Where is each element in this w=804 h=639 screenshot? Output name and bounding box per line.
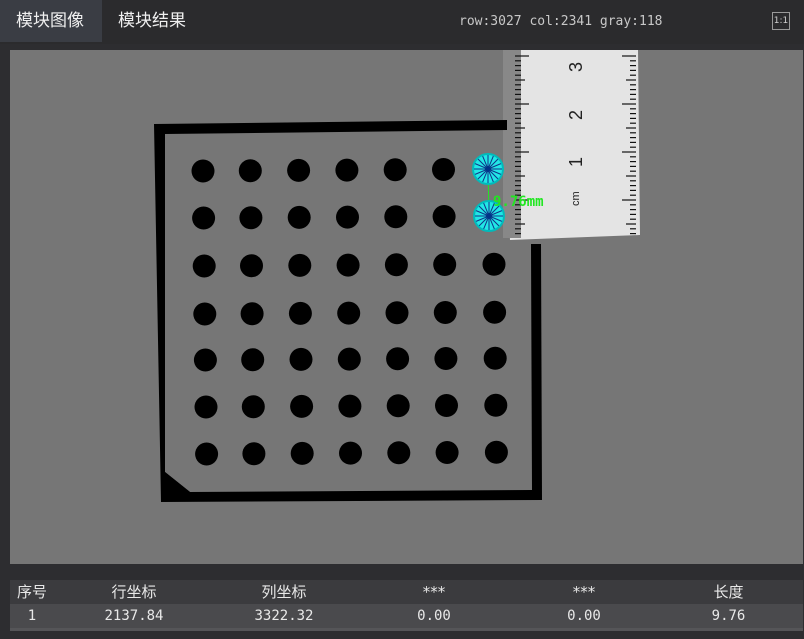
calibration-dot	[433, 253, 457, 276]
measurement-label: 9.76mm	[493, 194, 544, 210]
calibration-dot	[339, 441, 362, 465]
calibration-image: 3 2 1 cm 9.76mm	[154, 50, 640, 502]
ruler: 3 2 1 cm	[503, 50, 640, 240]
header-blank-1: ***	[422, 583, 446, 601]
image-viewer[interactable]: 3 2 1 cm 9.76mm	[10, 50, 803, 564]
header-blank-2: ***	[572, 583, 596, 601]
calibration-dot	[336, 205, 359, 229]
calibration-dot	[387, 441, 411, 465]
calibration-dot	[287, 158, 311, 182]
calibration-dot	[240, 302, 264, 326]
calibration-dot	[192, 254, 216, 278]
calibration-dot	[289, 347, 313, 371]
tab-module-result[interactable]: 模块结果	[102, 0, 204, 42]
calibration-dot	[288, 253, 312, 277]
dot-grid	[191, 158, 508, 466]
ruler-label-1: 1	[566, 157, 586, 167]
calibration-dot	[290, 394, 314, 418]
calibration-dot	[240, 254, 263, 278]
calibration-dot	[482, 252, 506, 276]
calibration-dot	[338, 394, 362, 418]
calibration-dot	[238, 159, 262, 183]
header-col-coord: 列坐标	[261, 583, 307, 601]
calibration-dot	[383, 158, 407, 182]
cell-row-coord: 2137.84	[104, 608, 164, 624]
calibration-dot	[191, 159, 215, 183]
fit-one-to-one-button[interactable]: 1:1	[772, 12, 790, 30]
horizontal-scrollbar[interactable]	[10, 628, 803, 631]
calibration-dot	[432, 158, 455, 181]
calibration-dot	[483, 300, 507, 324]
calibration-dot	[435, 441, 459, 464]
cell-index: 1	[27, 608, 37, 624]
calibration-dot	[193, 348, 217, 372]
calibration-dot	[386, 394, 410, 418]
table-header-row: 序号 行坐标 列坐标 *** *** 长度	[10, 580, 803, 604]
panel-separator	[0, 564, 804, 580]
tab-module-image[interactable]: 模块图像	[0, 0, 102, 42]
calibration-dot	[433, 301, 457, 324]
calibration-dot	[192, 206, 216, 230]
calibration-dot	[384, 205, 408, 229]
ruler-label-3: 3	[566, 62, 586, 72]
calibration-dot	[194, 395, 218, 419]
cell-col-coord: 3322.32	[254, 608, 314, 624]
calibration-dot	[435, 394, 458, 417]
calibration-dot	[484, 440, 508, 464]
ruler-label-2: 2	[566, 110, 586, 120]
calibration-dot	[484, 393, 508, 417]
calibration-dot	[195, 442, 219, 466]
table-row[interactable]: 1 2137.84 3322.32 0.00 0.00 9.76	[10, 604, 803, 628]
calibration-dot	[290, 441, 314, 465]
tab-bar: 模块图像 模块结果 row:3027 col:2341 gray:118 1:1	[0, 0, 804, 44]
calibration-dot	[337, 301, 361, 325]
calibration-dot	[241, 348, 265, 372]
result-table: 序号 行坐标 列坐标 *** *** 长度 1 2137.84 3322.32 …	[10, 580, 803, 628]
calibration-dot	[242, 442, 266, 466]
header-row-coord: 行坐标	[111, 583, 157, 601]
calibration-dot	[483, 346, 507, 370]
calibration-dot	[288, 301, 312, 325]
calibration-dot	[384, 253, 408, 277]
calibration-dot	[434, 347, 458, 370]
header-index: 序号	[16, 583, 47, 601]
calibration-dot	[287, 205, 311, 229]
marker-circle-top[interactable]	[472, 153, 504, 185]
calibration-dot	[241, 395, 265, 419]
calibration-dot	[239, 206, 263, 230]
pixel-status-readout: row:3027 col:2341 gray:118	[459, 14, 663, 29]
cell-length: 9.76	[711, 608, 746, 624]
calibration-dot	[335, 158, 359, 182]
header-length: 长度	[713, 583, 744, 601]
calibration-dot	[336, 253, 360, 277]
cell-blank-1: 0.00	[417, 608, 451, 624]
cell-blank-2: 0.00	[567, 608, 601, 624]
calibration-dot	[385, 301, 409, 325]
calibration-dot	[432, 205, 456, 228]
calibration-dot	[337, 347, 361, 371]
calibration-dot	[193, 302, 217, 326]
calibration-dot	[386, 347, 410, 371]
ruler-unit-cm: cm	[570, 191, 582, 206]
